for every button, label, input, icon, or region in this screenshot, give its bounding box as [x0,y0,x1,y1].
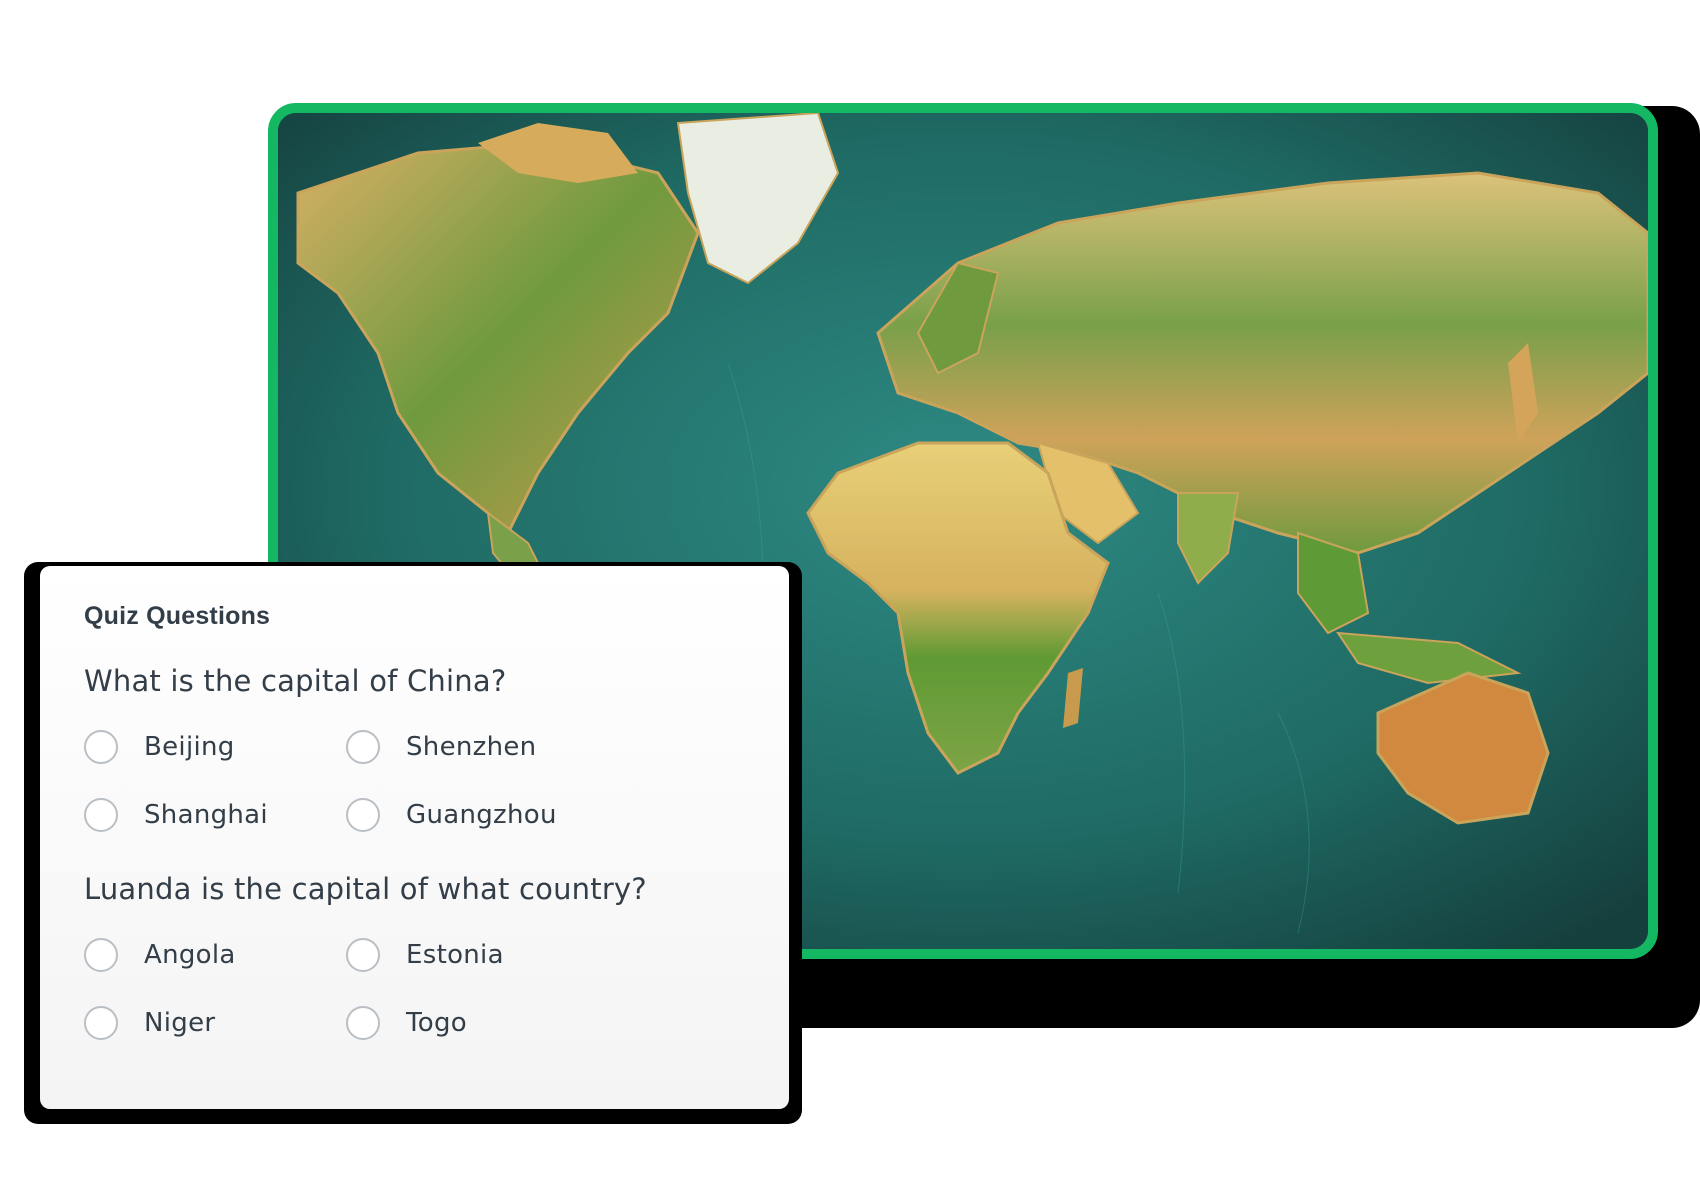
radio-button[interactable] [346,938,380,972]
option-angola[interactable]: Angola [84,936,346,974]
option-shanghai[interactable]: Shanghai [84,796,346,834]
radio-button[interactable] [346,798,380,832]
radio-button[interactable] [346,730,380,764]
option-label: Niger [144,1008,216,1038]
radio-button[interactable] [84,938,118,972]
option-label: Togo [406,1008,467,1038]
option-label: Estonia [406,940,504,970]
option-label: Shanghai [144,800,268,830]
question-1: What is the capital of China? Beijing Sh… [84,664,745,834]
radio-button[interactable] [346,1006,380,1040]
quiz-heading: Quiz Questions [84,602,271,630]
option-label: Shenzhen [406,732,537,762]
option-niger[interactable]: Niger [84,1004,346,1042]
quiz-card: Quiz Questions What is the capital of Ch… [40,566,789,1109]
option-estonia[interactable]: Estonia [346,936,608,974]
question-2: Luanda is the capital of what country? A… [84,872,745,1042]
option-beijing[interactable]: Beijing [84,728,346,766]
question-2-options: Angola Estonia Niger Togo [84,936,745,1042]
option-label: Guangzhou [406,800,557,830]
radio-button[interactable] [84,730,118,764]
question-1-options: Beijing Shenzhen Shanghai Guangzhou [84,728,745,834]
option-togo[interactable]: Togo [346,1004,608,1042]
question-2-text: Luanda is the capital of what country? [84,872,647,906]
option-guangzhou[interactable]: Guangzhou [346,796,608,834]
radio-button[interactable] [84,1006,118,1040]
question-1-text: What is the capital of China? [84,664,507,698]
radio-button[interactable] [84,798,118,832]
stage: Quiz Questions What is the capital of Ch… [0,0,1700,1201]
option-label: Angola [144,940,236,970]
option-label: Beijing [144,732,235,762]
option-shenzhen[interactable]: Shenzhen [346,728,608,766]
